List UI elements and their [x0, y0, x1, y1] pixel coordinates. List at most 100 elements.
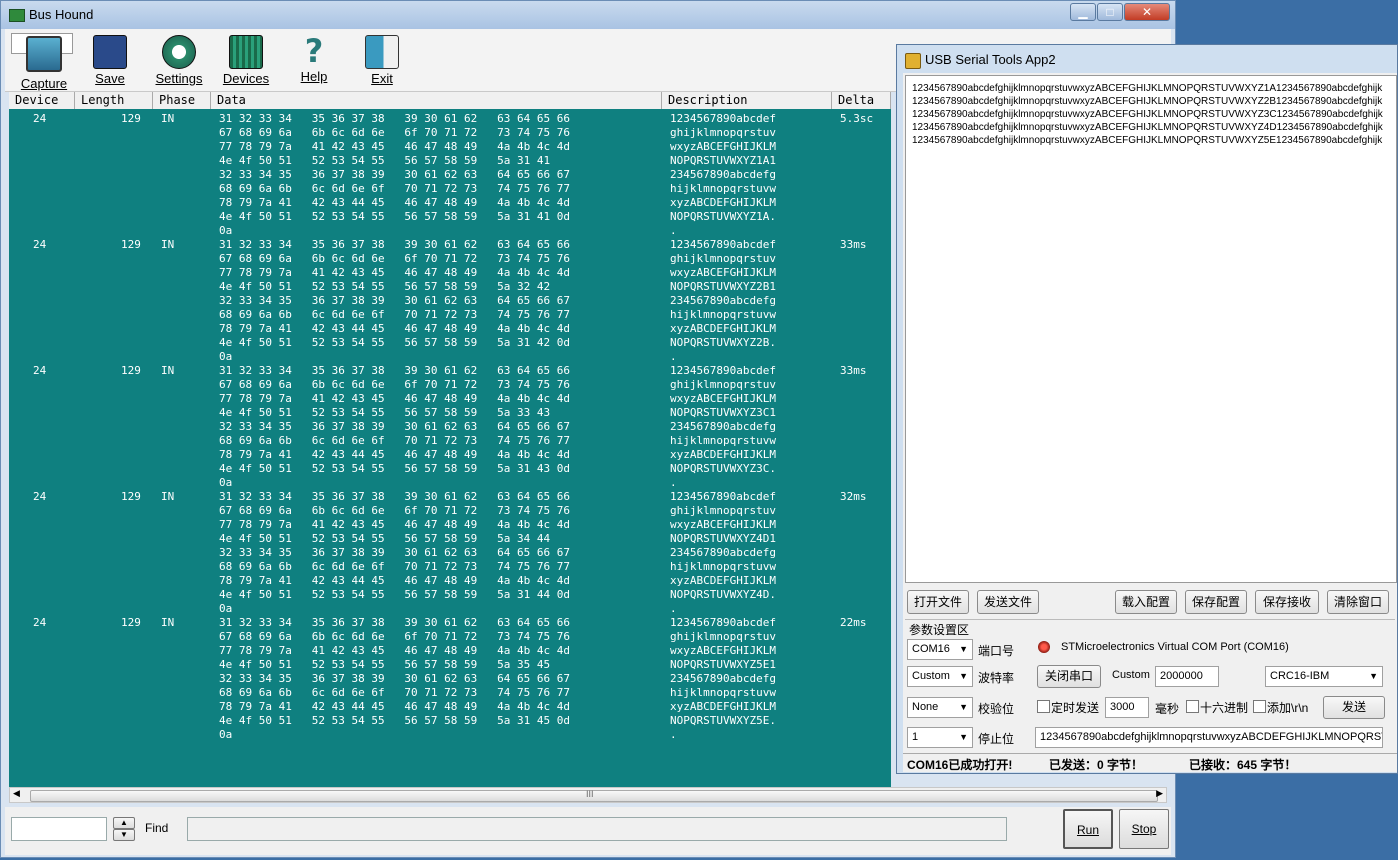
devices-label: Devices: [222, 71, 270, 86]
send-button[interactable]: 发送: [1323, 696, 1385, 719]
column-device[interactable]: Device: [9, 92, 75, 109]
capture-record[interactable]: 24 129 IN 31 32 33 34 35 36 37 38 39 30 61 …: [9, 487, 891, 615]
ms-label: 毫秒: [1155, 702, 1180, 716]
clear-window-button[interactable]: 清除窗口: [1327, 590, 1389, 614]
rx-line: 1234567890abcdefghijklmnopqrstuvwxyzABCE…: [912, 96, 1383, 107]
record-delta: 5.3sc: [840, 112, 874, 125]
help-label: Help: [300, 69, 328, 84]
record-description: 1234567890abcdef ghijklmnopqrstuv wxyzAB…: [670, 490, 776, 615]
scroll-thumb[interactable]: III: [30, 789, 1158, 802]
record-device: 24: [33, 112, 47, 125]
custom-baud-input[interactable]: 2000000: [1155, 666, 1219, 687]
save-receive-button[interactable]: 保存接收: [1255, 590, 1319, 614]
chevron-down-icon: ▼: [959, 732, 968, 742]
parity-value: None: [912, 701, 939, 713]
timed-send-checkbox[interactable]: [1037, 700, 1050, 713]
column-length[interactable]: Length: [75, 92, 153, 109]
status-bar: COM16已成功打开! 已发送：0 字节！ 已接收：645 字节！: [903, 753, 1397, 772]
parity-select[interactable]: None ▼: [907, 697, 973, 718]
minimize-icon[interactable]: ▁: [1070, 3, 1096, 21]
devices-button[interactable]: Devices: [215, 33, 277, 89]
open-file-button[interactable]: 打开文件: [907, 590, 969, 614]
record-device: 24: [33, 238, 47, 251]
record-delta: 32ms: [840, 490, 867, 503]
stop-bits-value: 1: [912, 731, 919, 743]
exit-door-icon: [365, 35, 399, 69]
record-length: 129: [121, 616, 141, 629]
stop-button[interactable]: Stop: [1119, 809, 1169, 849]
capture-record[interactable]: 24 129 IN 31 32 33 34 35 36 37 38 39 30 61 …: [9, 613, 891, 741]
run-button[interactable]: Run: [1063, 809, 1113, 849]
receive-area[interactable]: 1234567890abcdefghijklmnopqrstuvwxyzABCE…: [905, 75, 1397, 583]
exit-label: Exit: [371, 71, 393, 86]
window-controls: ▁ □ ✕: [1069, 3, 1170, 21]
capture-grid[interactable]: 24 129 IN 31 32 33 34 35 36 37 38 39 30 61 …: [9, 109, 891, 787]
column-data[interactable]: Data: [211, 92, 662, 109]
add-crlf-checkbox[interactable]: [1253, 700, 1266, 713]
capture-button[interactable]: Capture: [11, 33, 73, 91]
settings-button[interactable]: Settings: [148, 33, 210, 89]
maximize-icon[interactable]: □: [1097, 3, 1123, 21]
status-received: 已接收：645 字节！: [1189, 758, 1297, 772]
save-label: Save: [95, 71, 125, 86]
capture-record[interactable]: 24 129 IN 31 32 33 34 35 36 37 38 39 30 61 …: [9, 361, 891, 489]
port-value: COM16: [912, 643, 950, 655]
parity-label: 校验位: [978, 702, 1015, 716]
usb-serial-tools-window: USB Serial Tools App2 1234567890abcdefgh…: [896, 44, 1398, 774]
baud-label: 波特率: [978, 671, 1015, 685]
horizontal-scrollbar[interactable]: ◀ III ▶: [9, 787, 1167, 803]
scroll-left-icon[interactable]: ◀: [13, 788, 20, 799]
help-button[interactable]: ? Help: [283, 33, 345, 89]
rx-line: 1234567890abcdefghijklmnopqrstuvwxyzABCE…: [912, 122, 1383, 133]
record-phase: IN: [161, 238, 175, 251]
column-phase[interactable]: Phase: [153, 92, 211, 109]
usb-tool-titlebar[interactable]: USB Serial Tools App2: [897, 45, 1397, 73]
spin-down-icon[interactable]: ▼: [113, 829, 135, 841]
status-field: [187, 817, 1007, 841]
exit-button[interactable]: Exit: [351, 33, 413, 89]
record-phase: IN: [161, 490, 175, 503]
capture-record[interactable]: 24 129 IN 31 32 33 34 35 36 37 38 39 30 61 …: [9, 235, 891, 363]
send-text-input[interactable]: 1234567890abcdefghijklmnopqrstuvwxyzABCD…: [1035, 727, 1383, 748]
chevron-down-icon: ▼: [1369, 671, 1378, 681]
baud-select[interactable]: Custom ▼: [907, 666, 973, 687]
record-data: 31 32 33 34 35 36 37 38 39 30 61 62 63 6…: [219, 364, 570, 489]
save-button[interactable]: Save: [79, 33, 141, 89]
close-icon[interactable]: ✕: [1124, 3, 1170, 21]
question-mark-icon: ?: [304, 32, 324, 70]
load-config-button[interactable]: 载入配置: [1115, 590, 1177, 614]
column-description[interactable]: Description: [662, 92, 832, 109]
record-delta: 33ms: [840, 364, 867, 377]
scroll-grip: III: [586, 789, 594, 799]
column-delta[interactable]: Delta: [832, 92, 891, 109]
chevron-down-icon: ▼: [959, 671, 968, 681]
record-length: 129: [121, 490, 141, 503]
send-file-button[interactable]: 发送文件: [977, 590, 1039, 614]
scroll-right-icon[interactable]: ▶: [1156, 788, 1163, 799]
status-sent: 已发送：0 字节！: [1049, 758, 1144, 772]
find-input[interactable]: [11, 817, 107, 841]
record-data: 31 32 33 34 35 36 37 38 39 30 61 62 63 6…: [219, 238, 570, 363]
record-data: 31 32 33 34 35 36 37 38 39 30 61 62 63 6…: [219, 112, 570, 237]
hex-checkbox[interactable]: [1186, 700, 1199, 713]
interval-input[interactable]: 3000: [1105, 697, 1149, 718]
add-crlf-label: 添加\r\n: [1267, 701, 1309, 715]
save-config-button[interactable]: 保存配置: [1185, 590, 1247, 614]
timed-send-label: 定时发送: [1051, 701, 1100, 715]
bushound-titlebar[interactable]: Bus Hound: [1, 1, 1175, 29]
record-data: 31 32 33 34 35 36 37 38 39 30 61 62 63 6…: [219, 616, 570, 741]
crc-select[interactable]: CRC16-IBM ▼: [1265, 666, 1383, 687]
rx-line: 1234567890abcdefghijklmnopqrstuvwxyzABCE…: [912, 83, 1383, 94]
record-delta: 22ms: [840, 616, 867, 629]
capture-icon: [26, 36, 62, 72]
status-port-open: COM16已成功打开!: [907, 758, 1013, 772]
port-select[interactable]: COM16 ▼: [907, 639, 973, 660]
record-length: 129: [121, 364, 141, 377]
close-port-button[interactable]: 关闭串口: [1037, 665, 1101, 688]
bushound-app-icon: [9, 9, 25, 22]
stop-bits-select[interactable]: 1 ▼: [907, 727, 973, 748]
spin-up-icon[interactable]: ▲: [113, 817, 135, 829]
baud-value: Custom: [912, 670, 950, 682]
capture-record[interactable]: 24 129 IN 31 32 33 34 35 36 37 38 39 30 61 …: [9, 109, 891, 237]
usb-tool-body: 1234567890abcdefghijklmnopqrstuvwxyzABCE…: [903, 73, 1397, 772]
